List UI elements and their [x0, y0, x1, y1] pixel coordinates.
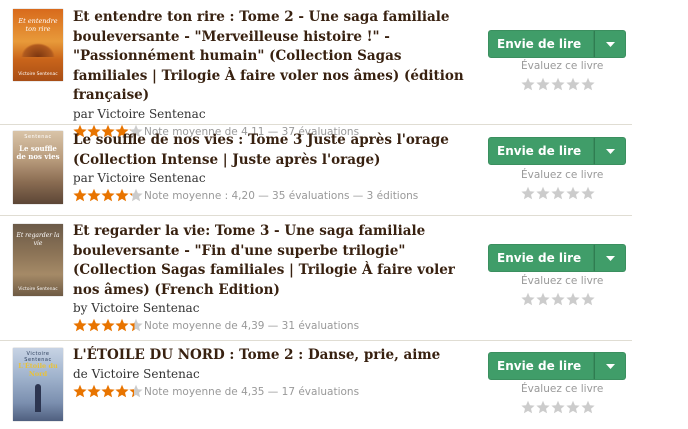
- rate-star-2[interactable]: [536, 185, 551, 200]
- author-line: par Victoire Sentenac: [73, 106, 478, 122]
- caret-down-icon: [605, 363, 615, 369]
- book-row: Sentenac Le souffle de nos vies Le souff…: [0, 124, 632, 215]
- rate-this-book-label: Évaluez ce livre: [521, 60, 604, 72]
- caret-down-icon: [605, 41, 615, 47]
- star-icon: [129, 188, 143, 204]
- average-rating-stars: [73, 384, 143, 400]
- cover-title: Et regarder la vie: [16, 232, 60, 247]
- rate-star-1[interactable]: [521, 76, 536, 91]
- rate-star-4[interactable]: [566, 185, 581, 200]
- rate-stars: [521, 399, 596, 414]
- author-prefix: par: [73, 171, 94, 185]
- book-title-link[interactable]: Et regarder la vie: Tome 3 - Une saga fa…: [73, 222, 478, 300]
- want-to-read-widget: Envie de lire: [488, 137, 626, 165]
- star-icon: [87, 384, 101, 400]
- author-prefix: par: [73, 106, 94, 121]
- caret-down-icon: [605, 255, 615, 261]
- star-icon: [101, 384, 115, 400]
- author-line: by Victoire Sentenac: [73, 300, 478, 316]
- author-link[interactable]: Victoire Sentenac: [91, 301, 199, 315]
- rate-stars: [521, 76, 596, 91]
- average-rating-stars: [73, 188, 143, 204]
- star-icon: [73, 188, 87, 204]
- star-icon: [129, 384, 143, 400]
- want-to-read-button[interactable]: Envie de lire: [488, 137, 594, 165]
- star-icon: [87, 318, 101, 334]
- author-line: de Victoire Sentenac: [73, 366, 478, 382]
- cover-title: Et entendre ton rire: [18, 17, 58, 33]
- star-icon: [115, 318, 129, 334]
- rate-this-book-label: Évaluez ce livre: [521, 275, 604, 287]
- book-row: Victoire Sentenac L'Étoile du Nord L'ÉTO…: [0, 340, 632, 429]
- cover-title: Le souffle de nos vies: [16, 144, 60, 161]
- caret-down-icon: [605, 148, 615, 154]
- cover-author: Victoire Sentenac: [18, 287, 58, 292]
- cover-author: Victoire Sentenac: [18, 72, 58, 77]
- want-to-read-button[interactable]: Envie de lire: [488, 244, 594, 272]
- shelf-dropdown-button[interactable]: [594, 244, 626, 272]
- rating-summary: Note moyenne de 4,35 — 17 évaluations: [144, 385, 360, 398]
- rate-stars: [521, 291, 596, 306]
- author-prefix: by: [73, 301, 88, 315]
- rate-star-3[interactable]: [551, 399, 566, 414]
- rate-star-4[interactable]: [566, 76, 581, 91]
- rate-star-3[interactable]: [551, 291, 566, 306]
- author-prefix: de: [73, 366, 88, 381]
- book-title-link[interactable]: Le souffle de nos vies : Tome 3 Juste ap…: [73, 131, 478, 170]
- star-icon: [87, 188, 101, 204]
- shelf-dropdown-button[interactable]: [594, 352, 626, 380]
- rate-stars: [521, 185, 596, 200]
- star-icon: [129, 318, 143, 334]
- rate-star-1[interactable]: [521, 291, 536, 306]
- want-to-read-button[interactable]: Envie de lire: [488, 352, 594, 380]
- author-link[interactable]: Victoire Sentenac: [97, 171, 205, 185]
- star-icon: [101, 318, 115, 334]
- rate-this-book-label: Évaluez ce livre: [521, 169, 604, 181]
- want-to-read-widget: Envie de lire: [488, 30, 626, 58]
- rate-this-book-label: Évaluez ce livre: [521, 383, 604, 395]
- book-row: Et regarder la vie Victoire Sentenac Et …: [0, 215, 632, 340]
- average-rating-stars: [73, 318, 143, 334]
- want-to-read-button[interactable]: Envie de lire: [488, 30, 594, 58]
- rate-star-5[interactable]: [581, 399, 596, 414]
- rate-star-4[interactable]: [566, 291, 581, 306]
- book-cover[interactable]: Victoire Sentenac L'Étoile du Nord: [13, 348, 63, 421]
- rate-star-1[interactable]: [521, 399, 536, 414]
- rating-summary: Note moyenne : 4,20 — 35 évaluations — 3…: [144, 190, 419, 202]
- author-link[interactable]: Victoire Sentenac: [92, 367, 200, 381]
- shelf-dropdown-button[interactable]: [594, 137, 626, 165]
- book-cover[interactable]: Sentenac Le souffle de nos vies: [13, 131, 63, 204]
- rate-star-5[interactable]: [581, 291, 596, 306]
- rate-star-1[interactable]: [521, 185, 536, 200]
- cover-author: Sentenac: [24, 134, 52, 140]
- book-cover[interactable]: Et entendre ton rire Victoire Sentenac: [13, 9, 63, 81]
- star-icon: [101, 188, 115, 204]
- book-cover[interactable]: Et regarder la vie Victoire Sentenac: [13, 224, 63, 296]
- shelf-dropdown-button[interactable]: [594, 30, 626, 58]
- rate-star-3[interactable]: [551, 185, 566, 200]
- star-icon: [73, 318, 87, 334]
- author-link[interactable]: Victoire Sentenac: [97, 107, 205, 121]
- cover-title: L'Étoile du Nord: [18, 362, 58, 378]
- rate-star-2[interactable]: [536, 291, 551, 306]
- rate-star-4[interactable]: [566, 399, 581, 414]
- book-title-link[interactable]: Et entendre ton rire : Tome 2 - Une saga…: [73, 8, 478, 106]
- star-icon: [73, 384, 87, 400]
- rating-summary: Note moyenne de 4,39 — 31 évaluations: [144, 320, 360, 332]
- author-line: par Victoire Sentenac: [73, 170, 478, 186]
- star-icon: [115, 188, 129, 204]
- book-row: Et entendre ton rire Victoire Sentenac E…: [0, 0, 632, 138]
- book-title-link[interactable]: L'ÉTOILE DU NORD : Tome 2 : Danse, prie,…: [73, 346, 478, 366]
- star-icon: [115, 384, 129, 400]
- rate-star-3[interactable]: [551, 76, 566, 91]
- rate-star-5[interactable]: [581, 185, 596, 200]
- rate-star-2[interactable]: [536, 76, 551, 91]
- want-to-read-widget: Envie de lire: [488, 244, 626, 272]
- rate-star-5[interactable]: [581, 76, 596, 91]
- rate-star-2[interactable]: [536, 399, 551, 414]
- want-to-read-widget: Envie de lire: [488, 352, 626, 380]
